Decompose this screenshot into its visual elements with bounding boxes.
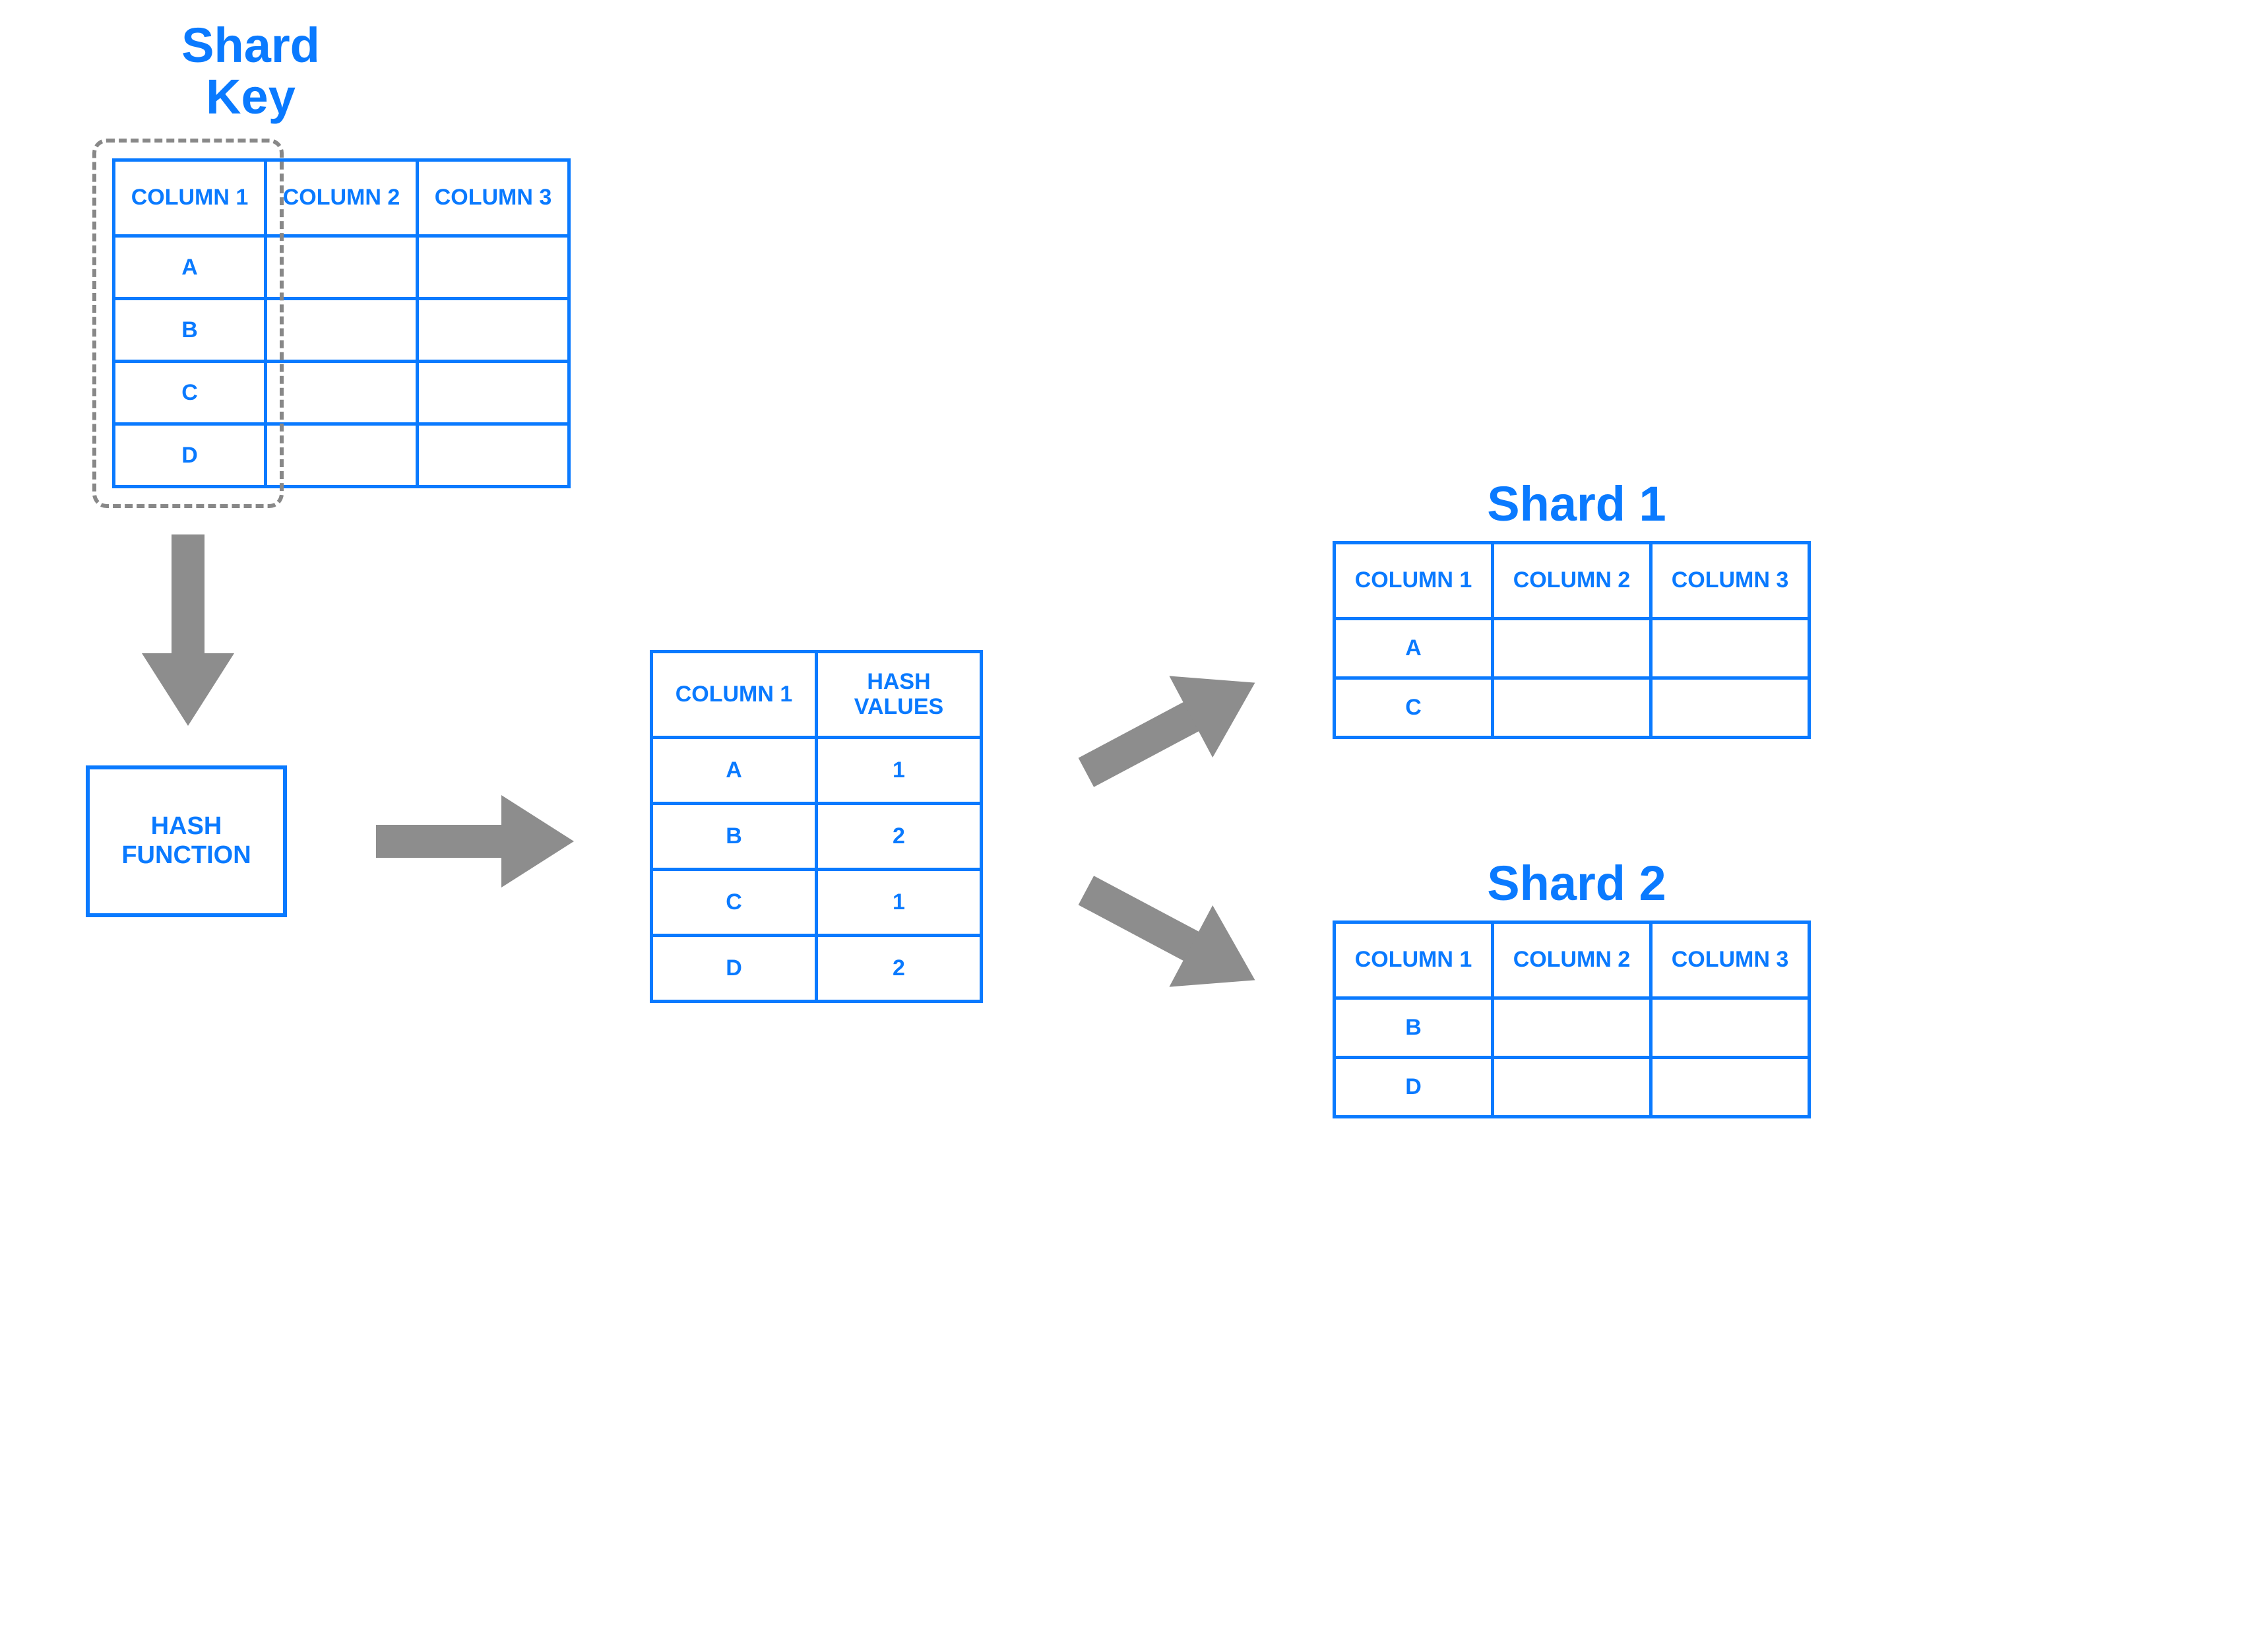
table-row: C: [1335, 678, 1810, 738]
cell: [1493, 619, 1651, 678]
cell: 1: [817, 870, 982, 936]
source-header-3: COLUMN 3: [418, 160, 569, 236]
cell: [1651, 1058, 1810, 1117]
shard1-header-2: COLUMN 2: [1493, 543, 1651, 619]
cell: 2: [817, 936, 982, 1002]
cell: A: [652, 738, 817, 804]
cell: 2: [817, 804, 982, 870]
cell: [1651, 678, 1810, 738]
cell: C: [1335, 678, 1493, 738]
cell: [418, 362, 569, 424]
shard2-label: Shard 2: [1487, 856, 1666, 911]
cell: [266, 362, 418, 424]
cell: [418, 299, 569, 362]
arrow-right-icon: [376, 782, 587, 901]
cell: [1651, 619, 1810, 678]
table-row: C 1: [652, 870, 982, 936]
arrow-downright-icon: [1069, 858, 1267, 1010]
shard2-header-3: COLUMN 3: [1651, 922, 1810, 998]
cell: [418, 424, 569, 487]
shard2-title: Shard 2: [1379, 858, 1775, 909]
cell: D: [652, 936, 817, 1002]
hash-header-2: HASH VALUES: [817, 652, 982, 738]
hash-function-line2: FUNCTION: [121, 841, 251, 869]
cell: [266, 424, 418, 487]
cell: C: [652, 870, 817, 936]
cell: [1651, 998, 1810, 1058]
shard-key-highlight: [92, 139, 284, 508]
cell: [266, 236, 418, 299]
cell: 1: [817, 738, 982, 804]
table-row: A: [1335, 619, 1810, 678]
cell: [418, 236, 569, 299]
hash-table: COLUMN 1 HASH VALUES A 1 B 2 C 1 D 2: [650, 650, 983, 1003]
shard-key-line2: Key: [206, 69, 296, 124]
cell: D: [1335, 1058, 1493, 1117]
cell: [1493, 998, 1651, 1058]
arrow-down-icon: [129, 534, 247, 739]
hash-function-line1: HASH: [151, 812, 222, 840]
source-header-2: COLUMN 2: [266, 160, 418, 236]
shard-key-title: Shard Key: [119, 20, 383, 122]
cell: [1493, 678, 1651, 738]
shard2-header-2: COLUMN 2: [1493, 922, 1651, 998]
table-row: B: [1335, 998, 1810, 1058]
shard1-header-3: COLUMN 3: [1651, 543, 1810, 619]
shard2-table: COLUMN 1 COLUMN 2 COLUMN 3 B D: [1333, 920, 1811, 1118]
table-row: D: [1335, 1058, 1810, 1117]
table-row: B 2: [652, 804, 982, 870]
shard1-table: COLUMN 1 COLUMN 2 COLUMN 3 A C: [1333, 541, 1811, 739]
shard1-header-1: COLUMN 1: [1335, 543, 1493, 619]
shard2-header-1: COLUMN 1: [1335, 922, 1493, 998]
shard1-label: Shard 1: [1487, 476, 1666, 531]
hash-header-1: COLUMN 1: [652, 652, 817, 738]
arrow-upright-icon: [1069, 653, 1267, 805]
cell: [1493, 1058, 1651, 1117]
shard1-title: Shard 1: [1379, 478, 1775, 530]
hash-function-box: HASH FUNCTION: [86, 765, 287, 917]
cell: A: [1335, 619, 1493, 678]
table-row: D 2: [652, 936, 982, 1002]
shard-key-line1: Shard: [181, 18, 320, 73]
cell: B: [1335, 998, 1493, 1058]
cell: B: [652, 804, 817, 870]
cell: [266, 299, 418, 362]
table-row: A 1: [652, 738, 982, 804]
